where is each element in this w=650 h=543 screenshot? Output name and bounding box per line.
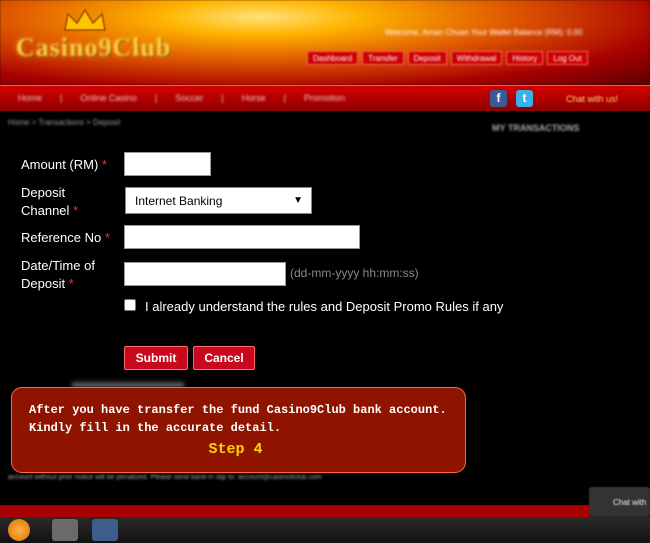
nav-horse[interactable]: Horse bbox=[242, 93, 266, 103]
site-logo[interactable]: Casino9Club bbox=[16, 33, 172, 63]
required-mark: * bbox=[73, 203, 79, 218]
nav-separator: | bbox=[154, 93, 158, 103]
site-header: Casino9Club Welcome, Aman Chuan Your Wal… bbox=[0, 0, 650, 85]
nav-online-casino[interactable]: Online Casino bbox=[80, 93, 137, 103]
breadcrumb: Home > Transactions > Deposit bbox=[8, 118, 121, 127]
required-mark: * bbox=[104, 230, 110, 245]
nav-promotion[interactable]: Promotion bbox=[304, 93, 345, 103]
logout-button[interactable]: Log Out bbox=[547, 51, 588, 65]
nav-soccer[interactable]: Soccer bbox=[175, 93, 203, 103]
rules-checkbox[interactable] bbox=[124, 299, 136, 311]
taskbar bbox=[0, 517, 650, 543]
sidebar-title: MY TRANSACTIONS bbox=[492, 123, 580, 133]
start-icon[interactable] bbox=[8, 519, 30, 541]
deposit-channel-label-line2: Channel * bbox=[21, 202, 78, 220]
chat-link[interactable]: Chat with us! bbox=[566, 94, 618, 104]
main-nav: Home | Online Casino | Soccer | Horse | … bbox=[0, 85, 650, 111]
dashboard-button[interactable]: Dashboard bbox=[307, 51, 359, 65]
footer-bar bbox=[0, 505, 590, 517]
reference-label: Reference No * bbox=[21, 229, 110, 247]
taskbar-app-icon[interactable] bbox=[92, 519, 118, 541]
nav-separator: | bbox=[283, 93, 286, 103]
rules-checkbox-label[interactable]: I already understand the rules and Depos… bbox=[145, 299, 503, 314]
datetime-input[interactable] bbox=[124, 262, 286, 286]
deposit-button[interactable]: Deposit bbox=[407, 51, 447, 65]
cancel-button[interactable]: Cancel bbox=[193, 346, 255, 370]
welcome-balance: Welcome, Aman Chuan Your Wallet Balance … bbox=[385, 28, 583, 37]
datetime-format-hint: (dd-mm-yyyy hh:mm:ss) bbox=[290, 266, 419, 280]
required-mark: * bbox=[68, 276, 74, 291]
chat-widget[interactable]: Chat with bbox=[589, 487, 650, 517]
nav-separator: | bbox=[60, 93, 63, 103]
dropdown-arrow-icon: ▼ bbox=[293, 195, 303, 206]
tooltip-step: Step 4 bbox=[208, 441, 263, 458]
amount-label-text: Amount (RM) bbox=[21, 157, 99, 172]
step-tooltip: After you have transfer the fund Casino9… bbox=[11, 387, 466, 473]
history-button[interactable]: History bbox=[506, 51, 544, 65]
datetime-label-text: Deposit bbox=[21, 276, 66, 291]
transfer-button[interactable]: Transfer bbox=[362, 51, 404, 65]
submit-button[interactable]: Submit bbox=[124, 346, 188, 370]
amount-input[interactable] bbox=[124, 152, 211, 176]
required-mark: * bbox=[101, 157, 107, 172]
tooltip-line-2: Kindly fill in the accurate detail. bbox=[29, 421, 282, 435]
nav-home[interactable]: Home bbox=[18, 93, 42, 103]
reference-input[interactable] bbox=[124, 225, 360, 249]
tooltip-line-1: After you have transfer the fund Casino9… bbox=[29, 403, 447, 417]
datetime-label-line1: Date/Time of bbox=[21, 258, 95, 273]
taskbar-app-icon[interactable] bbox=[52, 519, 78, 541]
facebook-icon[interactable]: f bbox=[490, 90, 507, 107]
footer-notice: account without prior notice will be pen… bbox=[8, 474, 322, 481]
twitter-icon[interactable]: t bbox=[516, 90, 533, 107]
tooltip-text: After you have transfer the fund Casino9… bbox=[29, 401, 459, 437]
withdrawal-button[interactable]: Withdrawal bbox=[450, 51, 503, 65]
deposit-channel-label-line1: Deposit bbox=[21, 185, 66, 200]
reference-label-text: Reference No bbox=[21, 230, 102, 245]
deposit-channel-select[interactable]: Internet Banking ▼ bbox=[125, 187, 312, 214]
deposit-channel-value: Internet Banking bbox=[135, 194, 223, 208]
nav-separator: | bbox=[221, 93, 224, 103]
deposit-channel-label-text: Channel bbox=[21, 203, 70, 218]
crown-logo-icon bbox=[64, 8, 106, 31]
datetime-label-line2: Deposit * bbox=[21, 275, 74, 293]
amount-label: Amount (RM) * bbox=[21, 156, 107, 174]
